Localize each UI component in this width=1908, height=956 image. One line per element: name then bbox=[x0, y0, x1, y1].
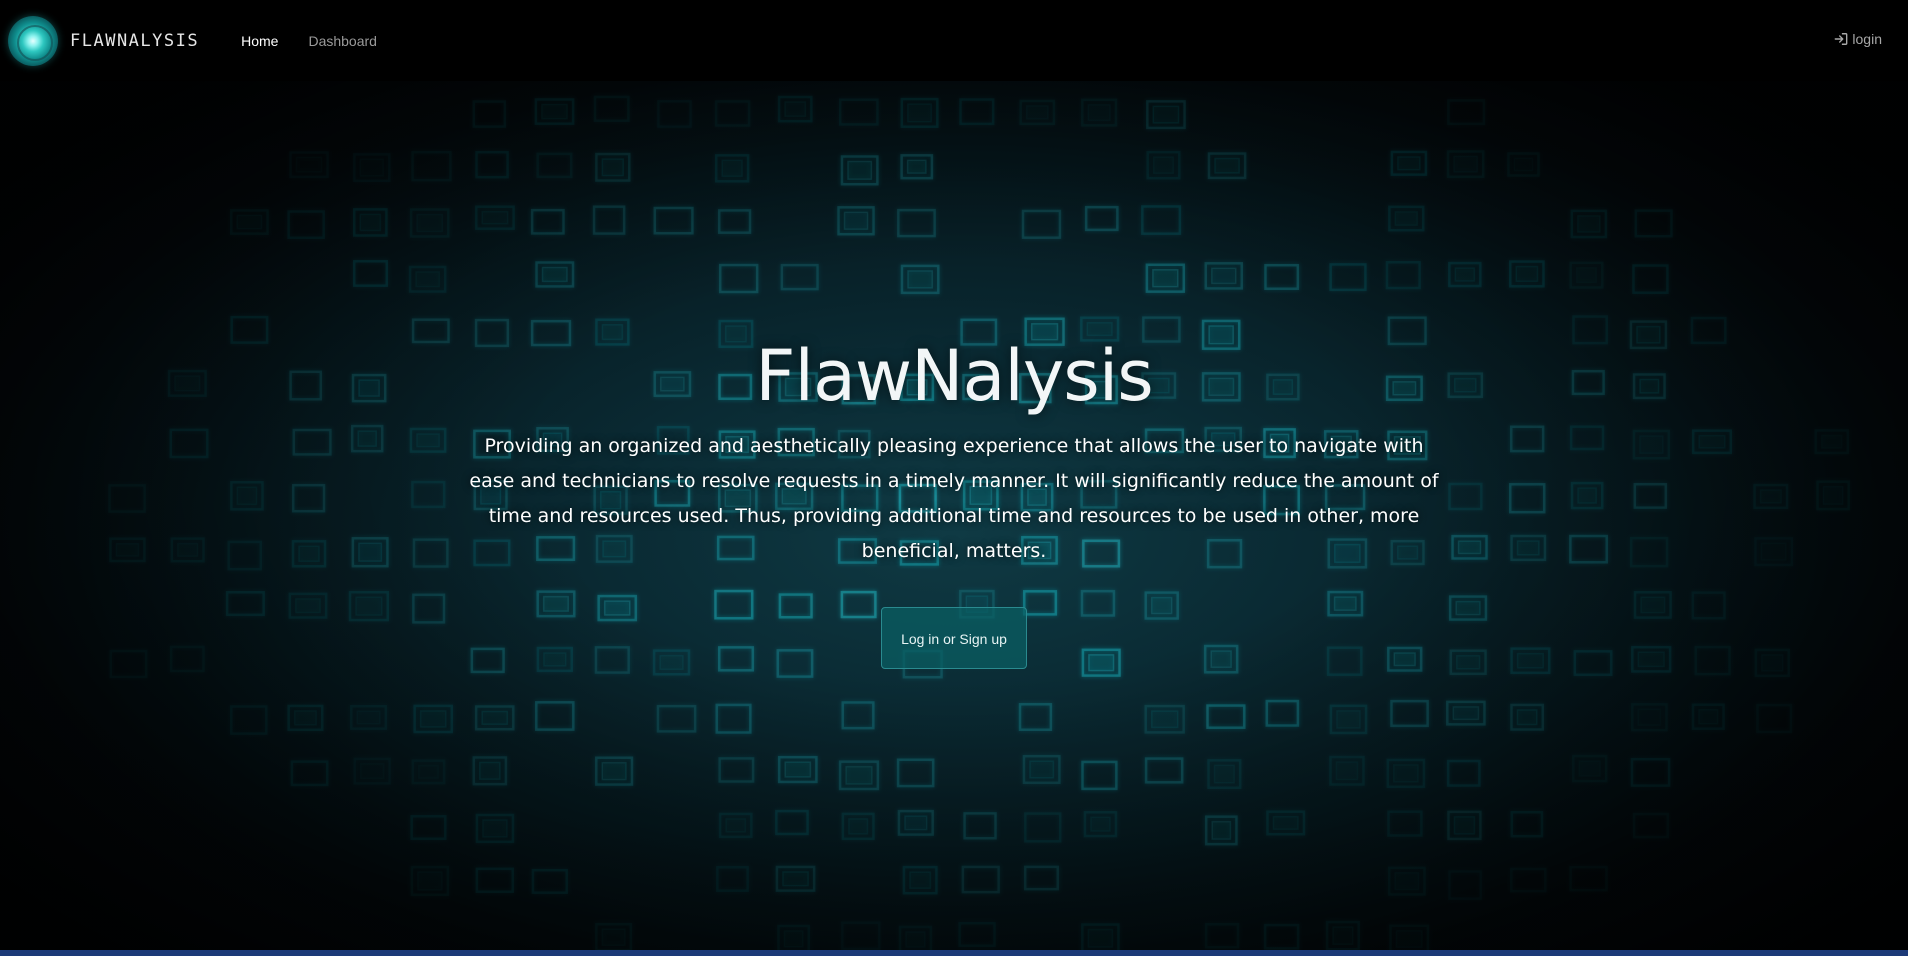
background-square bbox=[775, 809, 809, 836]
navbar: FLAWNALYSIS Home Dashboard login bbox=[0, 0, 1908, 81]
background-square-inner bbox=[1335, 761, 1359, 781]
background-square-inner bbox=[1211, 820, 1232, 840]
background-square bbox=[1206, 704, 1246, 729]
logo-icon bbox=[8, 15, 58, 66]
background-square-inner bbox=[1452, 706, 1480, 721]
background-square bbox=[1632, 812, 1670, 839]
background-square-inner bbox=[479, 761, 501, 780]
background-square-inner bbox=[1453, 816, 1476, 835]
hero-section: FlawNalysis Providing an organized and a… bbox=[0, 81, 1908, 950]
background-square-inner bbox=[482, 819, 508, 838]
background-square-inner bbox=[784, 761, 812, 778]
background-square bbox=[1510, 810, 1544, 838]
background-square bbox=[290, 760, 329, 787]
background-square-inner bbox=[725, 818, 747, 833]
background-square-inner bbox=[1213, 764, 1235, 784]
background-square-inner bbox=[359, 763, 385, 780]
background-square bbox=[718, 757, 755, 783]
background-square bbox=[1024, 812, 1062, 843]
background-square bbox=[841, 921, 881, 950]
background-square-inner bbox=[782, 871, 809, 887]
background-square bbox=[1448, 870, 1482, 900]
background-square-inner bbox=[1029, 760, 1055, 779]
background-square bbox=[656, 704, 697, 733]
background-square-inner bbox=[848, 818, 869, 835]
background-square bbox=[230, 705, 268, 735]
background-square-inner bbox=[1393, 764, 1419, 783]
background-square-inner bbox=[783, 930, 804, 948]
nav-home-link[interactable]: Home bbox=[241, 33, 278, 49]
background-square-inner bbox=[1578, 760, 1601, 777]
background-square-inner bbox=[1090, 816, 1111, 832]
background-square bbox=[1265, 699, 1300, 727]
background-square-inner bbox=[293, 710, 317, 726]
background-square-inner bbox=[419, 710, 447, 728]
background-square bbox=[410, 815, 447, 840]
background-square bbox=[475, 867, 515, 893]
background-square-inner bbox=[904, 815, 928, 831]
background-square-inner bbox=[909, 871, 932, 889]
background-square-inner bbox=[1698, 708, 1719, 725]
hero-content: FlawNalysis Providing an organized and a… bbox=[0, 81, 1908, 669]
background-square-inner bbox=[356, 710, 381, 725]
background-square-inner bbox=[1272, 815, 1299, 830]
nav-dashboard-link[interactable]: Dashboard bbox=[308, 33, 377, 49]
app-window: FLAWNALYSIS Home Dashboard login FlawNal… bbox=[0, 0, 1908, 956]
background-square bbox=[1756, 703, 1793, 734]
background-square bbox=[1630, 757, 1671, 787]
nav-links: Home Dashboard bbox=[241, 33, 407, 49]
background-square-inner bbox=[1150, 710, 1179, 729]
background-square-inner bbox=[1395, 930, 1423, 948]
background-square bbox=[1569, 865, 1608, 892]
background-square-inner bbox=[1336, 710, 1361, 729]
background-square bbox=[963, 812, 997, 840]
login-signup-button[interactable]: Log in or Sign up bbox=[881, 607, 1027, 669]
background-square bbox=[1144, 757, 1184, 784]
background-square bbox=[531, 868, 568, 894]
background-square bbox=[1263, 923, 1300, 950]
background-square bbox=[715, 703, 752, 734]
background-square-inner bbox=[1394, 872, 1420, 891]
background-square bbox=[841, 701, 875, 730]
background-square bbox=[1387, 810, 1423, 837]
login-label: login bbox=[1852, 31, 1882, 47]
brand-link[interactable]: FLAWNALYSIS bbox=[8, 15, 200, 66]
brand-name: FLAWNALYSIS bbox=[70, 30, 200, 51]
background-square bbox=[1446, 759, 1481, 787]
background-square bbox=[1018, 703, 1053, 731]
background-square bbox=[1204, 923, 1240, 949]
background-square bbox=[896, 758, 935, 788]
background-square-inner bbox=[481, 710, 509, 725]
background-square bbox=[716, 865, 749, 892]
background-square-inner bbox=[418, 764, 439, 779]
hero-description: Providing an organized and aesthetically… bbox=[469, 435, 1439, 562]
background-square bbox=[1081, 760, 1118, 791]
background-square bbox=[1023, 865, 1060, 891]
background-square-inner bbox=[601, 928, 626, 946]
background-square-inner bbox=[905, 931, 926, 948]
background-square-inner bbox=[1087, 928, 1114, 948]
background-square bbox=[1510, 867, 1547, 893]
background-square-inner bbox=[1516, 709, 1538, 726]
hero-title: FlawNalysis bbox=[755, 335, 1153, 417]
background-square bbox=[961, 865, 1000, 894]
background-square-inner bbox=[1332, 926, 1354, 945]
background-square-inner bbox=[1637, 708, 1662, 726]
background-square bbox=[535, 701, 575, 731]
background-square-inner bbox=[601, 761, 627, 781]
background-square-inner bbox=[845, 765, 873, 785]
background-square bbox=[1390, 699, 1429, 728]
sign-in-icon bbox=[1835, 33, 1848, 45]
background-square bbox=[958, 921, 996, 947]
background-square-inner bbox=[417, 871, 443, 891]
login-link[interactable]: login bbox=[1834, 31, 1882, 47]
